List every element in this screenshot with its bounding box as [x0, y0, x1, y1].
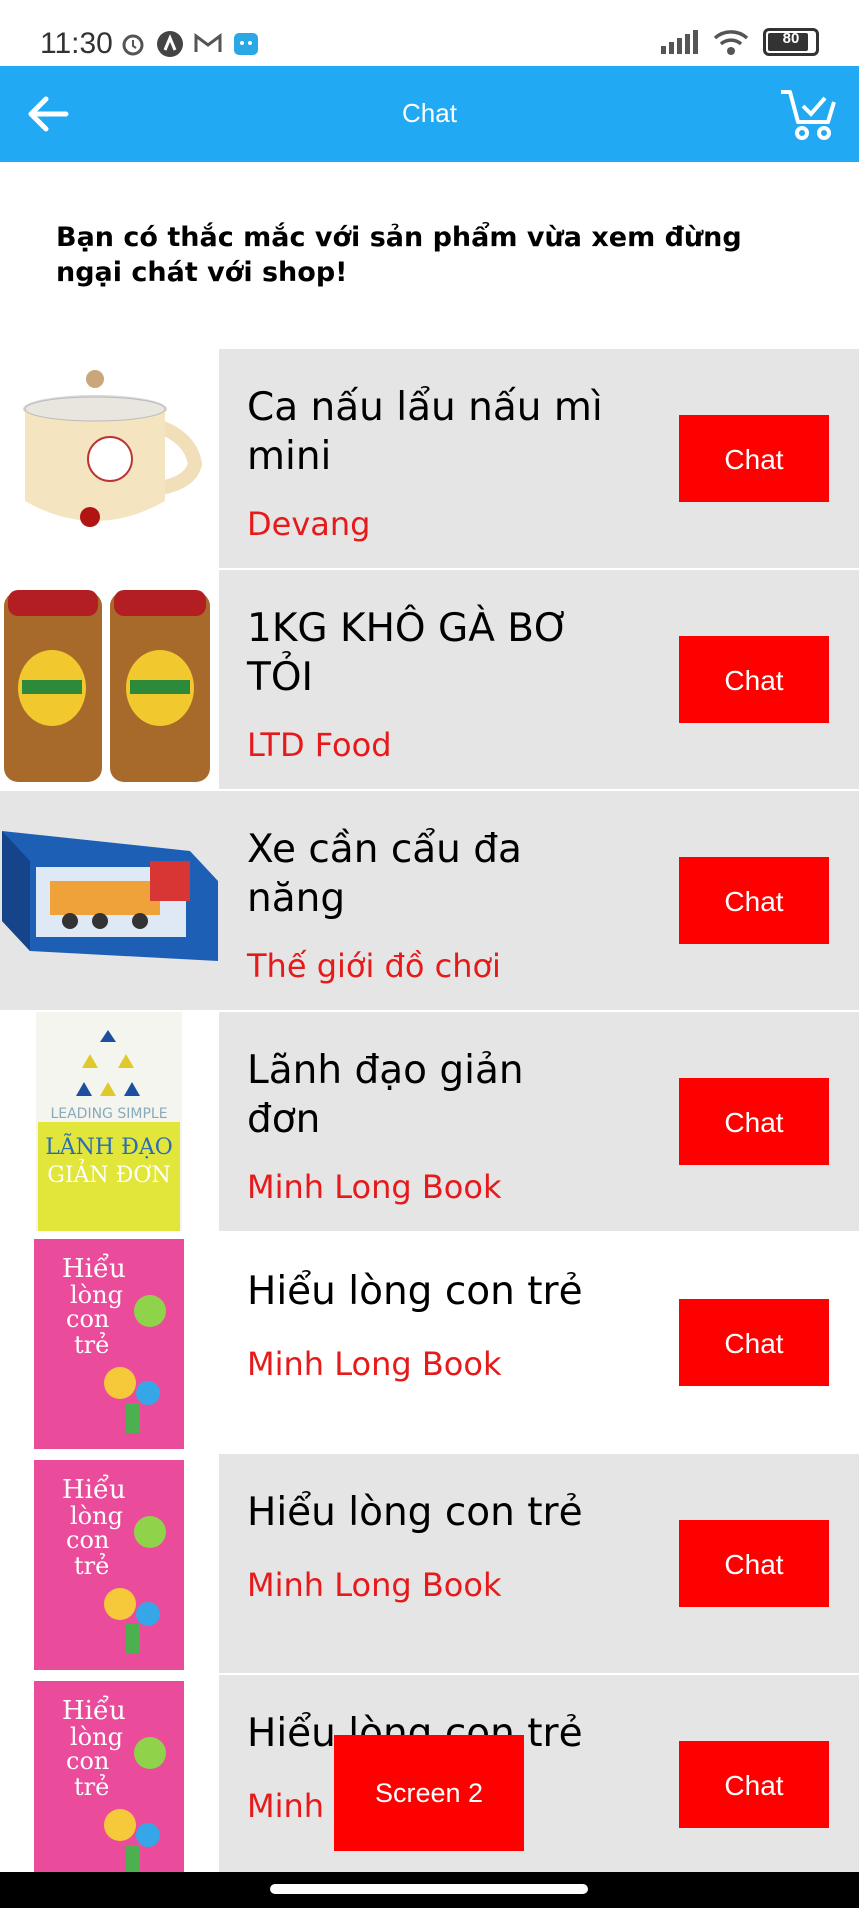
kids-cover-line1: Hiểu	[62, 1695, 126, 1726]
book-title-en: LEADING SIMPLE	[50, 1106, 167, 1122]
list-item[interactable]: Xe cần cẩu đa năng Thế giới đồ chơi Chat	[0, 791, 859, 1012]
gesture-nav-bar	[0, 1872, 859, 1908]
product-info: Lãnh đạo giản đơn Minh Long Book Chat	[219, 1012, 859, 1231]
chat-button[interactable]: Chat	[679, 636, 829, 723]
shop-name[interactable]: Devang	[247, 505, 370, 543]
alarm-icon	[122, 34, 144, 56]
battery-level: 80	[782, 30, 800, 47]
product-name: 1KG KHÔ GÀ BƠ TỎI	[247, 606, 570, 700]
product-image	[0, 570, 219, 789]
kids-cover-line4: trẻ	[74, 1552, 109, 1580]
list-item[interactable]: Hiểu lòng con trẻ Hiểu lòng con trẻ Minh…	[0, 1233, 859, 1454]
product-image	[0, 791, 219, 1010]
product-image	[0, 349, 219, 568]
chat-button[interactable]: Chat	[679, 1520, 829, 1607]
shop-name[interactable]: Minh Long Book	[247, 1345, 501, 1383]
kids-cover-line1: Hiểu	[62, 1474, 126, 1505]
book-title-vi-2: GIẢN ĐƠN	[47, 1158, 170, 1188]
shop-name[interactable]: LTD Food	[247, 726, 392, 764]
product-info: Hiểu lòng con trẻ Minh Long Book Chat	[219, 1454, 859, 1673]
signal-icon	[661, 30, 698, 54]
list-item[interactable]: Ca nấu lẩu nấu mì mini Devang Chat	[0, 349, 859, 570]
app-cat-icon	[234, 33, 258, 55]
wifi-icon	[713, 30, 749, 55]
battery-icon: 80	[763, 28, 819, 56]
product-name: Xe cần cẩu đa năng	[247, 827, 522, 921]
intro-text: Bạn có thắc mắc với sản phẩm vừa xem đừn…	[56, 222, 742, 288]
gmail-icon	[194, 33, 222, 52]
product-name: Hiểu lòng con trẻ	[247, 1490, 583, 1535]
status-time: 11:30	[40, 27, 113, 60]
kids-cover-line4: trẻ	[74, 1331, 109, 1359]
product-image: Hiểu lòng con trẻ	[0, 1233, 219, 1452]
chat-button[interactable]: Chat	[679, 1078, 829, 1165]
product-image: Hiểu lòng con trẻ	[0, 1675, 219, 1894]
list-item[interactable]: 1KG KHÔ GÀ BƠ TỎI LTD Food Chat	[0, 570, 859, 791]
chat-button[interactable]: Chat	[679, 415, 829, 502]
home-handle[interactable]	[270, 1884, 588, 1894]
product-name: Ca nấu lẩu nấu mì mini	[247, 385, 603, 479]
cart-check-icon[interactable]	[779, 86, 837, 142]
shop-name[interactable]: Minh Long Book	[247, 1168, 501, 1206]
kids-cover-line4: trẻ	[74, 1773, 109, 1801]
page-title: Chat	[402, 98, 457, 128]
product-info: Xe cần cẩu đa năng Thế giới đồ chơi Chat	[219, 791, 859, 1010]
screen-2-button[interactable]: Screen 2	[334, 1735, 524, 1851]
system-icons: 80	[659, 28, 819, 56]
product-name: Hiểu lòng con trẻ	[247, 1269, 583, 1314]
list-item[interactable]: Hiểu lòng con trẻ Hiểu lòng con trẻ Minh…	[0, 1454, 859, 1675]
product-info: Hiểu lòng con trẻ Minh Long Book Chat	[219, 1233, 859, 1452]
shop-name[interactable]: Minh Long Book	[247, 1566, 501, 1604]
shop-name[interactable]: Thế giới đồ chơi	[247, 947, 501, 985]
app-bar: Chat	[0, 66, 859, 162]
status-bar: 11:30 80	[0, 0, 859, 66]
app-a-icon	[157, 31, 183, 57]
book-title-vi-1: LÃNH ĐẠO	[45, 1132, 173, 1160]
list-item[interactable]: LEADING SIMPLE LÃNH ĐẠO GIẢN ĐƠN Lãnh đạ…	[0, 1012, 859, 1233]
product-info: Ca nấu lẩu nấu mì mini Devang Chat	[219, 349, 859, 568]
product-list: Ca nấu lẩu nấu mì mini Devang Chat 1KG K…	[0, 349, 859, 1896]
kids-cover-line1: Hiểu	[62, 1253, 126, 1284]
kids-cover-line3: con	[66, 1747, 109, 1775]
product-image: Hiểu lòng con trẻ	[0, 1454, 219, 1673]
chat-button[interactable]: Chat	[679, 857, 829, 944]
chat-button[interactable]: Chat	[679, 1741, 829, 1828]
product-info: Hiểu lòng con trẻ Minh Long Book Chat	[219, 1675, 859, 1894]
product-info: 1KG KHÔ GÀ BƠ TỎI LTD Food Chat	[219, 570, 859, 789]
chat-button[interactable]: Chat	[679, 1299, 829, 1386]
kids-cover-line3: con	[66, 1526, 109, 1554]
product-name: Lãnh đạo giản đơn	[247, 1048, 524, 1142]
product-image: LEADING SIMPLE LÃNH ĐẠO GIẢN ĐƠN	[0, 1012, 219, 1231]
kids-cover-line3: con	[66, 1305, 109, 1333]
notification-icons	[120, 30, 260, 58]
